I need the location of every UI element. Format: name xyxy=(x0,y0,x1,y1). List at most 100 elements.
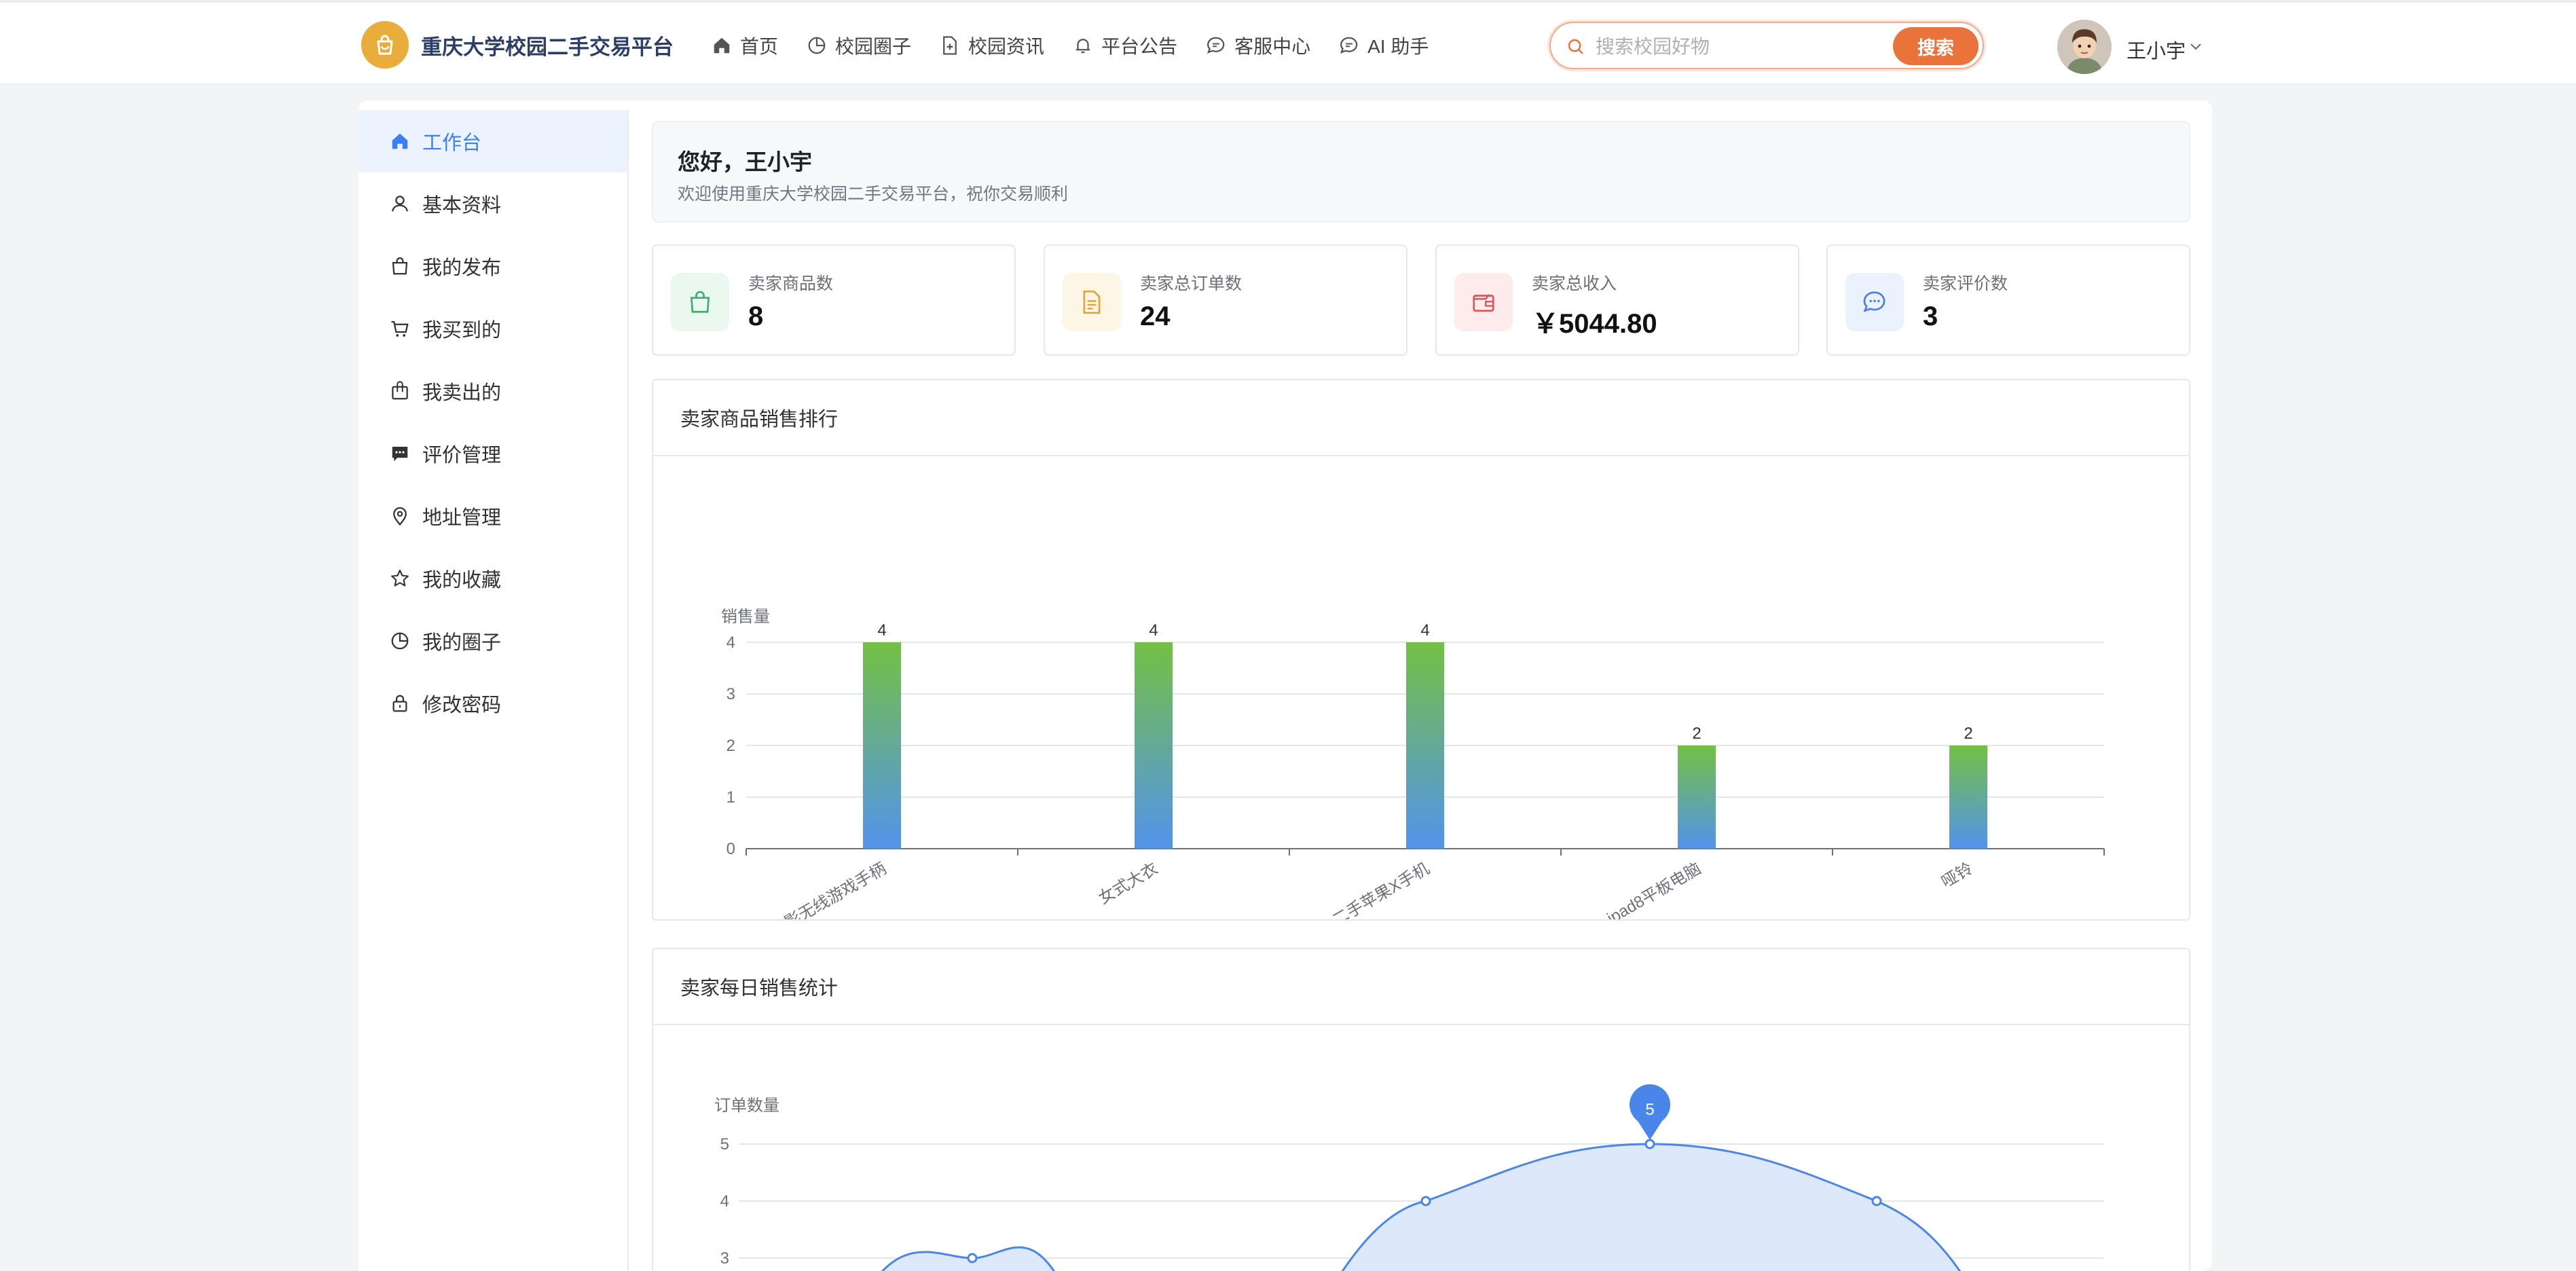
nav-label: 校园资讯 xyxy=(968,36,1045,57)
stat-card-reviews: 卖家评价数 3 xyxy=(1826,244,2190,356)
document-plus-icon xyxy=(943,36,957,55)
stat-card-products: 卖家商品数 8 xyxy=(652,244,1016,356)
sales-ranking-chart: 0 1 2 3 4 销售量 4 雷蛇幻影无线游戏手柄 4 女式大衣 4 二手苹果X手机 2 ipad8平板… xyxy=(721,608,2105,919)
y-axis-label: 销售量 xyxy=(721,608,770,626)
sidebar-item-reviews[interactable]: 评价管理 xyxy=(358,422,627,485)
sidebar-item-address[interactable]: 地址管理 xyxy=(358,485,627,547)
top-header: 重庆大学校园二手交易平台 首页 校园圈子 校园资讯 平台公告 客服中心 AI 助… xyxy=(0,0,2576,85)
nav-label: 平台公告 xyxy=(1101,36,1178,57)
daily-sales-panel: 卖家每日销售统计 5 4 3 订单数量 5 xyxy=(652,948,2190,1271)
nav-announcements[interactable]: 平台公告 xyxy=(1073,30,1177,61)
nav-label: AI 助手 xyxy=(1367,36,1429,57)
nav-service-center[interactable]: 客服中心 xyxy=(1206,30,1310,61)
stat-value: 24 xyxy=(1140,301,1171,331)
chevron-down-icon[interactable] xyxy=(2188,38,2204,54)
bar-value-label: 4 xyxy=(1149,621,1158,640)
area-series-segment xyxy=(1341,1143,1962,1271)
sidebar-item-sold[interactable]: 我卖出的 xyxy=(358,360,627,422)
data-point xyxy=(1644,1139,1655,1149)
user-icon xyxy=(392,196,408,212)
welcome-banner: 您好，王小宇 欢迎使用重庆大学校园二手交易平台，祝你交易顺利 xyxy=(652,121,2190,223)
home-icon xyxy=(714,37,730,54)
pie-chart-icon xyxy=(808,37,826,54)
y-tick-label: 0 xyxy=(726,840,735,858)
sidebar-item-my-posts[interactable]: 我的发布 xyxy=(358,235,627,297)
search-input[interactable] xyxy=(1596,35,1881,58)
x-tick-label: 二手苹果X手机 xyxy=(1329,860,1433,919)
chat-icon xyxy=(1845,273,1904,331)
y-tick-label: 4 xyxy=(720,1192,729,1211)
bar-value-label: 2 xyxy=(1692,724,1701,743)
bell-icon xyxy=(1076,39,1090,54)
bar-value-label: 2 xyxy=(1964,724,1972,743)
max-value-label: 5 xyxy=(1645,1101,1654,1119)
bar-value-label: 4 xyxy=(877,621,886,640)
y-tick-label: 4 xyxy=(726,633,735,652)
x-tick-label: 哑铃 xyxy=(1938,860,1976,891)
stat-value: 8 xyxy=(748,301,764,331)
avatar[interactable] xyxy=(2057,20,2112,74)
data-point xyxy=(967,1253,978,1264)
sidebar-item-label: 基本资料 xyxy=(422,195,502,217)
nav-campus-news[interactable]: 校园资讯 xyxy=(940,30,1044,61)
nav-campus-circle[interactable]: 校园圈子 xyxy=(807,30,911,61)
location-icon xyxy=(393,507,407,526)
stat-value: 3 xyxy=(1923,301,1938,331)
nav-label: 客服中心 xyxy=(1234,36,1311,57)
nav-home[interactable]: 首页 xyxy=(712,30,778,61)
comment-icon xyxy=(392,447,408,462)
y-tick-label: 2 xyxy=(726,737,735,755)
nav-label: 首页 xyxy=(740,36,779,57)
search-button[interactable]: 搜索 xyxy=(1893,27,1979,65)
search-icon xyxy=(1568,39,1583,54)
sidebar-item-change-password[interactable]: 修改密码 xyxy=(358,672,627,735)
area-series-segment xyxy=(881,1246,1055,1271)
bar xyxy=(863,642,901,849)
bar xyxy=(1406,642,1444,849)
sidebar-item-label: 我的圈子 xyxy=(422,632,502,654)
sidebar-item-bought[interactable]: 我买到的 xyxy=(358,297,627,360)
shopping-bag-icon xyxy=(671,273,729,331)
sidebar-item-favorites[interactable]: 我的收藏 xyxy=(358,547,627,610)
sidebar-item-profile[interactable]: 基本资料 xyxy=(358,172,627,235)
y-tick-label: 1 xyxy=(726,788,735,807)
sidebar-item-my-circles[interactable]: 我的圈子 xyxy=(358,610,627,672)
username[interactable]: 王小宇 xyxy=(2127,35,2186,64)
y-tick-label: 3 xyxy=(726,685,735,703)
sidebar-item-label: 评价管理 xyxy=(422,445,502,466)
y-tick-label: 3 xyxy=(720,1249,729,1268)
stat-card-income: 卖家总收入 ￥5044.80 xyxy=(1435,244,1799,356)
document-icon xyxy=(1063,273,1121,331)
sidebar-item-label: 修改密码 xyxy=(422,695,502,716)
x-tick-label: 女式大衣 xyxy=(1095,860,1161,908)
star-icon xyxy=(391,570,409,587)
shopping-cart-icon xyxy=(391,320,409,337)
stat-label: 卖家总收入 xyxy=(1532,274,1617,293)
x-tick-label: 雷蛇幻影无线游戏手柄 xyxy=(739,860,889,919)
main-nav: 首页 校园圈子 校园资讯 平台公告 客服中心 AI 助手 xyxy=(712,30,1457,61)
brand-title[interactable]: 重庆大学校园二手交易平台 xyxy=(421,30,674,60)
bar xyxy=(1949,745,1987,849)
home-icon xyxy=(392,133,408,149)
nav-ai-assistant[interactable]: AI 助手 xyxy=(1339,30,1429,61)
stat-card-orders: 卖家总订单数 24 xyxy=(1044,244,1407,356)
lock-icon xyxy=(392,695,407,712)
sidebar-item-label: 我的发布 xyxy=(422,257,502,279)
pie-chart-icon xyxy=(391,632,409,650)
chat-dots-icon xyxy=(1340,37,1358,54)
data-point xyxy=(1871,1196,1882,1206)
stat-label: 卖家商品数 xyxy=(748,274,834,293)
y-axis-label: 订单数量 xyxy=(714,1097,779,1115)
logo-icon[interactable] xyxy=(361,21,409,69)
data-point xyxy=(1420,1196,1431,1206)
sidebar-item-workbench[interactable]: 工作台 xyxy=(358,110,627,172)
daily-sales-chart: 5 4 3 订单数量 5 xyxy=(714,1084,2104,1271)
sidebar-item-label: 地址管理 xyxy=(422,507,502,529)
y-tick-label: 5 xyxy=(720,1135,729,1154)
bar xyxy=(1135,642,1173,849)
panel-title: 卖家每日销售统计 xyxy=(653,949,2189,1025)
welcome-title: 您好，王小宇 xyxy=(678,149,812,174)
chat-icon xyxy=(1207,37,1225,54)
shopping-bag-icon xyxy=(392,257,408,275)
nav-label: 校园圈子 xyxy=(835,36,912,57)
